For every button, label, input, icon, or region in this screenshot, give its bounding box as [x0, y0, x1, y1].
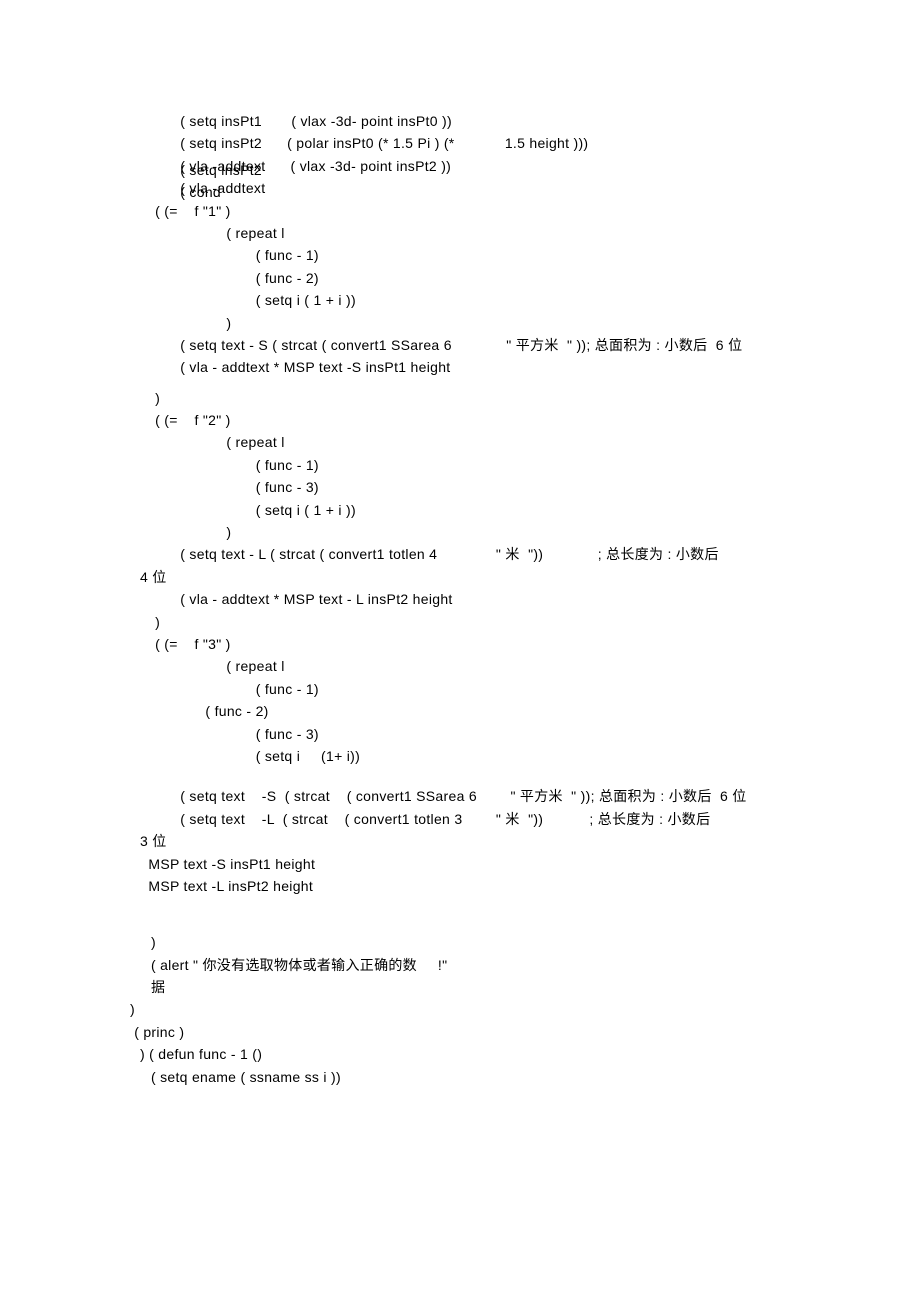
code-line: ( setq insPt2 ( polar insPt0 (* 1.5 Pi )…	[130, 132, 920, 154]
code-line: ( setq text -L ( strcat ( convert1 totle…	[130, 808, 920, 830]
code-line: ( func - 2)	[130, 700, 920, 722]
code-line: ( vla - addtext * MSP text -S insPt1 hei…	[130, 356, 920, 378]
code-line: ( func - 2)	[130, 267, 920, 289]
code-line: )	[130, 521, 920, 543]
code-line: ( setq text -S ( strcat ( convert1 SSare…	[130, 785, 920, 807]
code-line: ( setq insPt1 ( vlax -3d- point insPt0 )…	[130, 110, 920, 132]
code-line: ( setq i ( 1 + i ))	[130, 289, 920, 311]
code-line: 据	[130, 976, 920, 998]
code-line: )	[130, 387, 920, 409]
code-line: ( func - 1)	[130, 454, 920, 476]
code-line: ( repeat l	[130, 222, 920, 244]
code-line: ( setq i (1+ i))	[130, 745, 920, 767]
code-line: 4 位	[140, 566, 920, 588]
code-line: ( func - 1)	[130, 678, 920, 700]
code-line: ( vla - addtext * MSP text - L insPt2 he…	[130, 588, 920, 610]
code-line: ( func - 3)	[130, 476, 920, 498]
code-line: ( repeat l	[130, 655, 920, 677]
code-line: ( setq ename ( ssname ss i ))	[130, 1066, 920, 1088]
code-line: ( vla -addtext	[130, 177, 920, 199]
code-line: )	[130, 611, 920, 633]
code-line: ( alert " 你没有选取物体或者输入正确的数 !"	[130, 954, 920, 976]
code-line: ( princ )	[130, 1021, 920, 1043]
code-line: ( repeat l	[130, 431, 920, 453]
code-line: 3 位	[140, 830, 920, 852]
code-line: ( cond	[130, 181, 221, 203]
code-line: ( (= f "3" )	[130, 633, 920, 655]
code-line: MSP text -L insPt2 height	[140, 875, 920, 897]
code-line: ( setq text - L ( strcat ( convert1 totl…	[130, 543, 920, 565]
code-line: ( setq i ( 1 + i ))	[130, 499, 920, 521]
code-line: ( func - 3)	[130, 723, 920, 745]
code-line: ( setq text - S ( strcat ( convert1 SSar…	[130, 334, 920, 356]
code-line: MSP text -S insPt1 height	[140, 853, 920, 875]
code-line: ( (= f "1" )	[130, 200, 920, 222]
code-line: ( (= f "2" )	[130, 409, 920, 431]
code-line: )	[130, 931, 920, 953]
code-line: )	[130, 998, 920, 1020]
code-line: ) ( defun func - 1 ()	[140, 1043, 920, 1065]
code-line: ( func - 1)	[130, 244, 920, 266]
code-line: )	[130, 312, 920, 334]
